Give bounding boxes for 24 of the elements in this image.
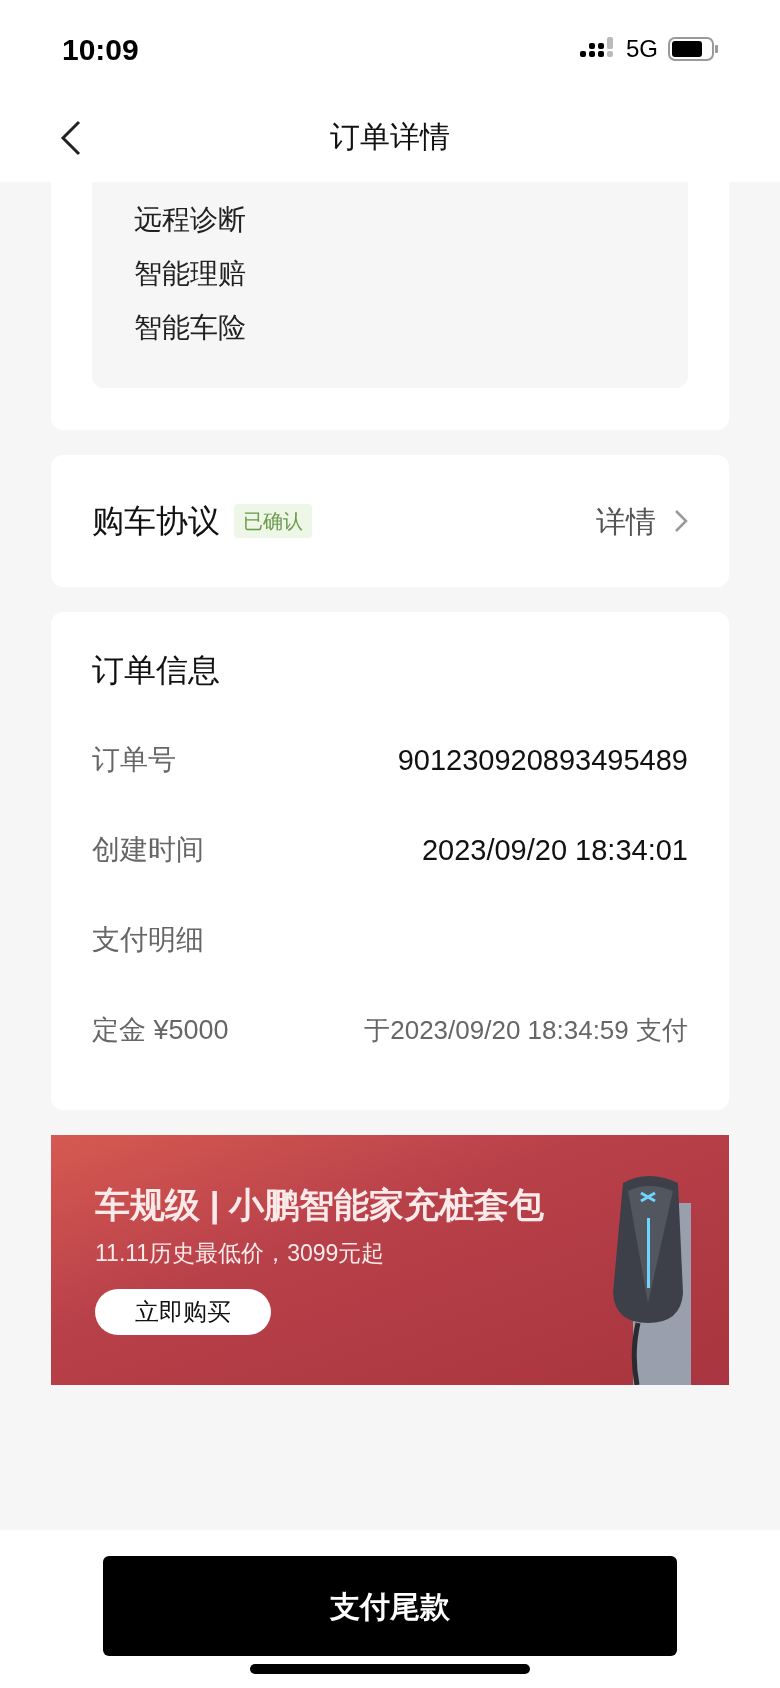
info-label: 创建时间 bbox=[92, 833, 204, 867]
payment-value: 于2023/09/20 18:34:59 支付 bbox=[364, 1014, 688, 1047]
info-label: 订单号 bbox=[92, 743, 176, 777]
banner-subtitle: 11.11历史最低价，3099元起 bbox=[95, 1239, 386, 1268]
banner-title: 车规级 | 小鹏智能家充桩套包 bbox=[95, 1184, 545, 1227]
battery-icon bbox=[668, 36, 718, 62]
details-link[interactable]: 详情 bbox=[596, 498, 688, 544]
payment-title: 支付明细 bbox=[92, 923, 205, 957]
service-item: 远程诊断 bbox=[134, 203, 247, 237]
agreement-title: 购车协议 bbox=[92, 502, 220, 541]
status-time: 10:09 bbox=[62, 31, 139, 68]
chevron-right-icon bbox=[674, 509, 688, 533]
page-title: 订单详情 bbox=[330, 118, 450, 155]
info-value: 901230920893495489 bbox=[397, 743, 688, 778]
confirmed-badge: 已确认 bbox=[234, 504, 312, 538]
info-value: 2023/09/20 18:34:01 bbox=[421, 833, 688, 868]
pay-balance-button[interactable]: 支付尾款 bbox=[103, 1556, 677, 1656]
service-item: 智能车险 bbox=[134, 311, 247, 345]
service-item: 智能理赔 bbox=[134, 257, 247, 291]
order-info-title: 订单信息 bbox=[92, 651, 221, 690]
promo-banner[interactable]: 车规级 | 小鹏智能家充桩套包 11.11历史最低价，3099元起 立即购买 bbox=[51, 1135, 729, 1385]
payment-label: 定金 ¥5000 bbox=[92, 1014, 229, 1047]
buy-now-button[interactable]: 立即购买 bbox=[95, 1289, 271, 1335]
network-label: 5G bbox=[626, 34, 658, 64]
